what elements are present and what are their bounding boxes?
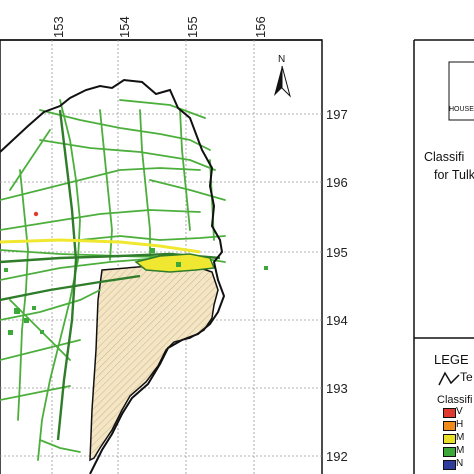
x-tick-label: 154 (117, 16, 132, 38)
north-arrow: N (274, 54, 291, 98)
legend-classification-label: Classifi (437, 394, 473, 406)
y-tick-label: 196 (326, 175, 348, 190)
legend-swatch-label: N (456, 458, 464, 469)
legend-swatch (443, 408, 456, 418)
legend-title-line1: Classifi (424, 150, 465, 164)
legend-swatch (443, 434, 456, 444)
legend-swatch (443, 460, 456, 470)
y-tick-label: 195 (326, 245, 348, 260)
legend-swatch (443, 421, 456, 431)
y-tick-label: 194 (326, 313, 348, 328)
legend-swatch (443, 447, 456, 457)
legend-title-line2: for Tulk (434, 168, 474, 182)
y-tick-label: 197 (326, 107, 348, 122)
y-tick-label: 192 (326, 449, 348, 464)
x-tick-label: 156 (253, 16, 268, 38)
legend-swatch-label: V (456, 406, 463, 417)
legend-route-label: Te (460, 370, 473, 384)
route-line-icon (438, 371, 460, 386)
y-tick-label: 193 (326, 381, 348, 396)
red-marker (33, 211, 39, 217)
header-strip (0, 0, 474, 40)
house-label: HOUSE (449, 106, 474, 113)
x-tick-label: 153 (51, 16, 66, 38)
north-label: N (278, 54, 285, 65)
map-frame: 153 154 155 156 197 196 195 194 193 192 (0, 0, 474, 474)
legend-swatch-label: M (456, 445, 465, 456)
legend-title: Classifi for Tulk (424, 148, 474, 184)
legend-header: LEGE (434, 352, 469, 367)
y-tick-labels: 197 196 195 194 193 192 (326, 107, 348, 464)
hatched-area (89, 265, 219, 462)
yellow-corridor (0, 238, 201, 254)
legend-swatch-label: M (456, 432, 465, 443)
legend-swatch-label: H (456, 419, 464, 430)
x-tick-label: 155 (185, 16, 200, 38)
